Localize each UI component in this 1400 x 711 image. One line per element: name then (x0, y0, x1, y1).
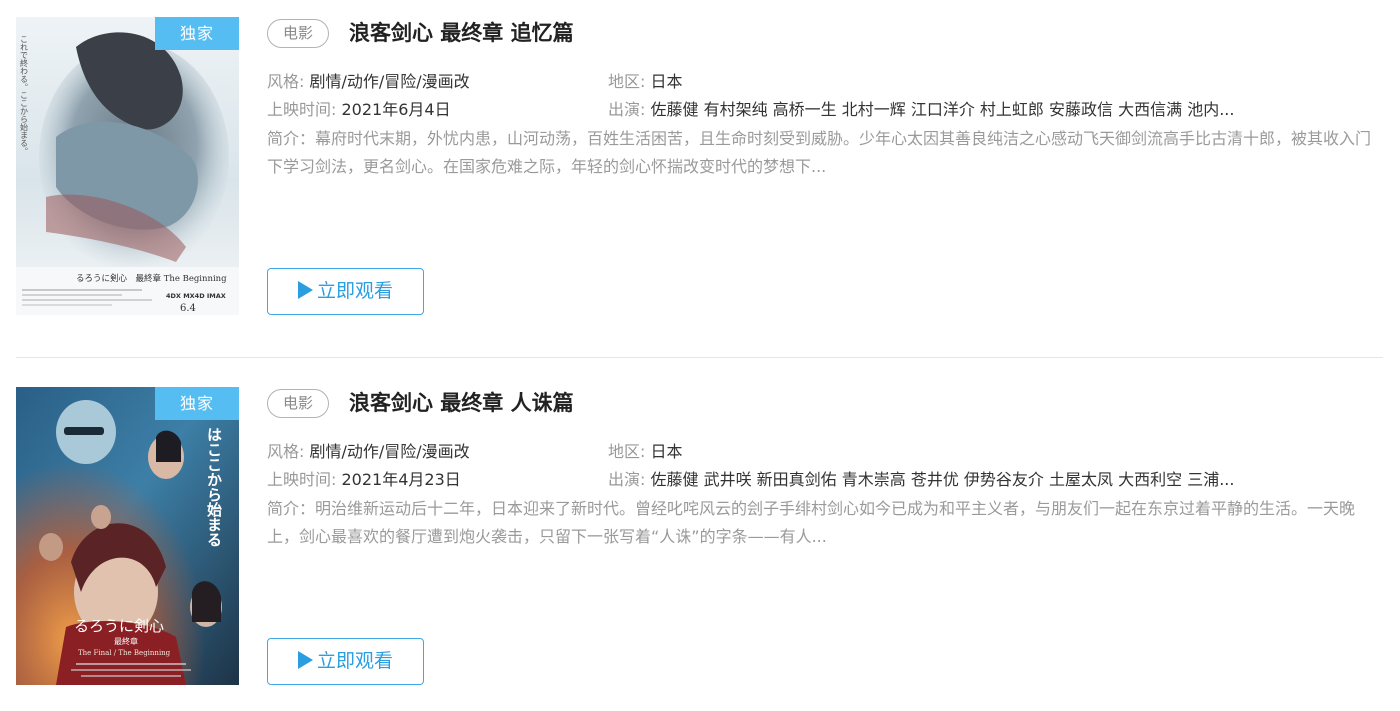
release-row: 上映时间: 2021年6月4日 (267, 99, 451, 121)
exclusive-badge: 独家 (155, 387, 239, 420)
movie-card: これで終わる。ここから始まる。 るろうに剣心 最終章 The Beginning… (0, 17, 1400, 317)
cast-value: 佐藤健 有村架纯 高桥一生 北村一辉 江口洋介 村上虹郎 安藤政信 大西信满 池… (650, 100, 1235, 119)
movie-card: はここから始まる るろうに剣心 最終章 The Final / The Begi… (0, 387, 1400, 687)
genre-value: 剧情/动作/冒险/漫画改 (309, 72, 470, 91)
watch-now-label: 立即观看 (316, 280, 393, 302)
movie-intro: 简介：幕府时代末期，外忧内患，山河动荡，百姓生活困苦，且生命时刻受到威胁。少年心… (267, 129, 1372, 176)
poster-subtext: 最終章 (114, 636, 138, 646)
movie-title[interactable]: 浪客剑心 最终章 追忆篇 (349, 17, 574, 49)
type-tag: 电影 (267, 389, 329, 418)
poster-title: るろうに剣心 最終章 The Beginning (76, 273, 227, 284)
genre-value: 剧情/动作/冒险/漫画改 (309, 442, 470, 461)
release-label: 上映时间: (267, 100, 337, 119)
poster-formats: 4DX MX4D IMAX (166, 292, 226, 300)
release-label: 上映时间: (267, 470, 337, 489)
region-row: 地区: 日本 (608, 71, 683, 93)
genre-row: 风格: 剧情/动作/冒险/漫画改 (267, 441, 470, 463)
poster-subtitle: The Final / The Beginning (78, 649, 171, 657)
release-value: 2021年4月23日 (341, 470, 461, 489)
movie-info: 电影 浪客剑心 最终章 追忆篇 风格: 剧情/动作/冒险/漫画改 地区: 日本 … (267, 17, 1382, 315)
movie-poster[interactable]: これで終わる。ここから始まる。 るろうに剣心 最終章 The Beginning… (16, 17, 239, 315)
release-row: 上映时间: 2021年4月23日 (267, 469, 461, 491)
watch-now-button[interactable]: 立即观看 (267, 638, 424, 685)
cast-label: 出演: (608, 100, 646, 119)
poster-title: るろうに剣心 (74, 617, 164, 635)
region-row: 地区: 日本 (608, 441, 683, 463)
watch-now-label: 立即观看 (316, 650, 393, 672)
play-icon (297, 281, 313, 299)
poster-tagline: はここから始まる (205, 427, 223, 547)
exclusive-badge: 独家 (155, 17, 239, 50)
cast-label: 出演: (608, 470, 646, 489)
movie-intro: 简介：明治维新运动后十二年，日本迎来了新时代。曾经叱咤风云的刽子手绯村剑心如今已… (267, 499, 1356, 546)
region-value: 日本 (650, 442, 683, 461)
movie-info: 电影 浪客剑心 最终章 人诛篇 风格: 剧情/动作/冒险/漫画改 地区: 日本 … (267, 387, 1382, 685)
release-value: 2021年6月4日 (341, 100, 451, 119)
poster-date: 6.4 (180, 303, 196, 314)
type-tag: 电影 (267, 19, 329, 48)
genre-row: 风格: 剧情/动作/冒险/漫画改 (267, 71, 470, 93)
region-label: 地区: (608, 72, 646, 91)
region-label: 地区: (608, 442, 646, 461)
genre-label: 风格: (267, 442, 305, 461)
divider (16, 357, 1383, 358)
poster-tagline: これで終わる。ここから始まる。 (20, 35, 29, 155)
poster-image: これで終わる。ここから始まる。 るろうに剣心 最終章 The Beginning… (16, 17, 239, 315)
region-value: 日本 (650, 72, 683, 91)
cast-row: 出演: 佐藤健 有村架纯 高桥一生 北村一辉 江口洋介 村上虹郎 安藤政信 大西… (608, 99, 1234, 121)
movie-title[interactable]: 浪客剑心 最终章 人诛篇 (349, 387, 574, 419)
cast-value: 佐藤健 武井咲 新田真剑佑 青木崇高 苍井优 伊势谷友介 土屋太凤 大西利空 三… (650, 470, 1235, 489)
cast-row: 出演: 佐藤健 武井咲 新田真剑佑 青木崇高 苍井优 伊势谷友介 土屋太凤 大西… (608, 469, 1234, 491)
poster-image: はここから始まる るろうに剣心 最終章 The Final / The Begi… (16, 387, 239, 685)
movie-poster[interactable]: はここから始まる るろうに剣心 最終章 The Final / The Begi… (16, 387, 239, 685)
watch-now-button[interactable]: 立即观看 (267, 268, 424, 315)
play-icon (297, 651, 313, 669)
genre-label: 风格: (267, 72, 305, 91)
movie-list: これで終わる。ここから始まる。 るろうに剣心 最終章 The Beginning… (0, 0, 1400, 711)
